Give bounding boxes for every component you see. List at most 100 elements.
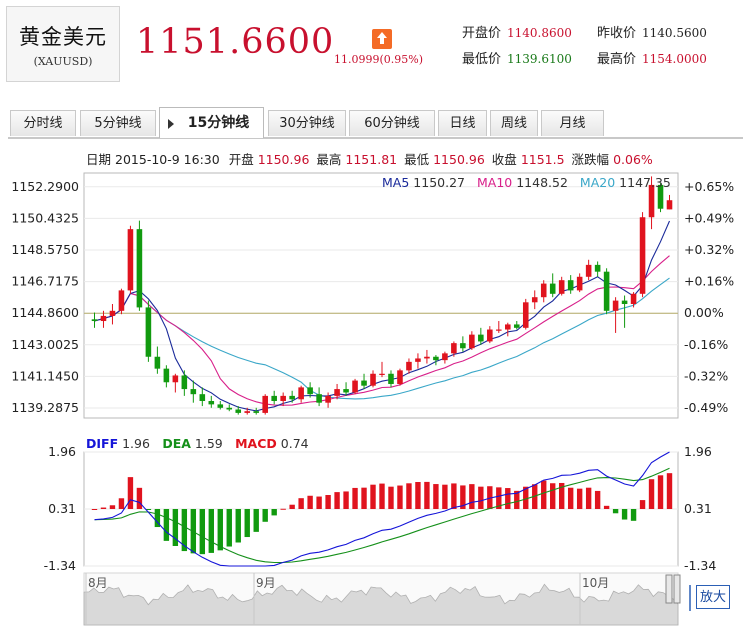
candle-body xyxy=(522,302,529,328)
macd-bar xyxy=(585,487,592,509)
candle-body xyxy=(217,404,224,408)
macd-bar xyxy=(334,492,340,509)
candle-body xyxy=(343,389,349,393)
candle-body xyxy=(424,356,430,359)
macd-bar xyxy=(136,487,143,509)
y-tick-label: 1150.4325 xyxy=(11,210,79,225)
macd-bar xyxy=(666,473,673,509)
macd-bar xyxy=(298,498,304,509)
price-chart[interactable]: 日期 2015-10-9 16:30 开盘 1150.96 最高 1151.81 最低… xyxy=(0,0,748,631)
candle-body xyxy=(154,356,161,369)
macd-tick-label: -1.34 xyxy=(44,558,76,573)
macd-bar xyxy=(244,509,250,538)
candle-body xyxy=(433,356,439,361)
macd-bar xyxy=(262,509,268,522)
candle-body xyxy=(621,300,628,305)
candle-body xyxy=(226,407,233,410)
ma-legend: MA5 1150.27 MA10 1148.52 MA20 1147.35 xyxy=(382,175,671,190)
macd-bar xyxy=(253,509,259,532)
candle-body xyxy=(280,395,286,401)
macd-bar xyxy=(91,509,98,510)
macd-tick-label-right: 0.31 xyxy=(684,501,712,516)
candle-body xyxy=(612,300,619,311)
pct-tick-label: -0.16% xyxy=(684,337,728,352)
overview-handle-right xyxy=(673,574,681,604)
macd-bar xyxy=(415,481,421,509)
candle-body xyxy=(603,271,610,311)
candle-body xyxy=(361,380,367,386)
macd-legend: DIFF 1.96 DEA 1.59 MACD 0.74 xyxy=(86,436,309,451)
candle-body xyxy=(540,283,547,298)
candle-body xyxy=(513,324,520,328)
candle-body xyxy=(334,389,340,396)
ma10-value: 1148.52 xyxy=(516,175,568,190)
ma10-label: MA10 xyxy=(477,175,512,190)
macd-bar xyxy=(478,486,484,509)
candle-body xyxy=(397,370,403,384)
overview-label: 9月 xyxy=(256,576,276,590)
candle-body xyxy=(558,280,565,294)
candle-body xyxy=(262,395,268,413)
ma5-value: 1150.27 xyxy=(413,175,465,190)
candle-body xyxy=(298,387,304,400)
candle-body xyxy=(118,290,125,311)
macd-bar xyxy=(100,507,107,509)
ma20-label: MA20 xyxy=(580,175,615,190)
candle-body xyxy=(208,400,215,405)
info-pct: 0.06% xyxy=(613,152,653,167)
macd-bar xyxy=(657,475,664,509)
macd-bar xyxy=(567,487,574,509)
candle-body xyxy=(235,409,242,413)
candle-body xyxy=(172,375,179,383)
macd-tick-label-right: -1.34 xyxy=(684,558,716,573)
macd-tick-label: 1.96 xyxy=(48,444,76,459)
macd-bar xyxy=(109,505,116,509)
candle-body xyxy=(100,315,107,322)
macd-bar xyxy=(208,509,214,553)
pct-tick-label: +0.49% xyxy=(684,210,734,225)
macd-bar xyxy=(280,508,286,510)
pct-tick-label: +0.65% xyxy=(684,179,734,194)
macd-bar xyxy=(343,491,349,509)
candle-body xyxy=(271,395,277,401)
candle-body xyxy=(415,358,421,362)
candle-body xyxy=(406,361,412,371)
macd-bar xyxy=(361,487,367,509)
macd-bar xyxy=(442,484,448,509)
candle-body xyxy=(630,293,637,305)
macd-bar xyxy=(469,484,475,509)
candle-body xyxy=(325,395,331,403)
candle-body xyxy=(181,375,188,390)
candle-body xyxy=(379,373,385,375)
candle-body xyxy=(469,334,475,349)
macd-bar xyxy=(541,480,547,509)
macd-bar xyxy=(325,495,331,509)
candle-body xyxy=(199,394,206,401)
macd-bar xyxy=(550,483,556,509)
candle-body xyxy=(666,200,673,210)
y-tick-label: 1152.2900 xyxy=(11,179,79,194)
ma5-label: MA5 xyxy=(382,175,409,190)
candle-body xyxy=(244,411,251,413)
macd-bar xyxy=(352,487,358,509)
macd-bar xyxy=(406,483,412,509)
macd-bar xyxy=(199,509,206,555)
macd-bar xyxy=(235,509,241,543)
macd-bar xyxy=(316,496,322,509)
macd-bar xyxy=(163,509,170,541)
macd-bar xyxy=(379,483,385,509)
macd-bar xyxy=(397,485,403,509)
macd-bar xyxy=(424,481,430,509)
info-pct-label: 涨跌幅 xyxy=(572,152,610,167)
zoom-button[interactable]: 放大 xyxy=(696,585,730,609)
macd-bar xyxy=(388,486,394,509)
candle-body xyxy=(91,319,98,322)
macd-tick-label-right: 1.96 xyxy=(684,444,712,459)
macd-bar xyxy=(307,495,313,509)
pct-tick-label: -0.49% xyxy=(684,400,728,415)
candle-body xyxy=(352,380,358,393)
candle-body xyxy=(585,264,592,277)
tab-15min[interactable]: 15分钟线 xyxy=(159,107,264,138)
macd-label: MACD xyxy=(235,436,277,451)
diff-label: DIFF xyxy=(86,436,118,451)
